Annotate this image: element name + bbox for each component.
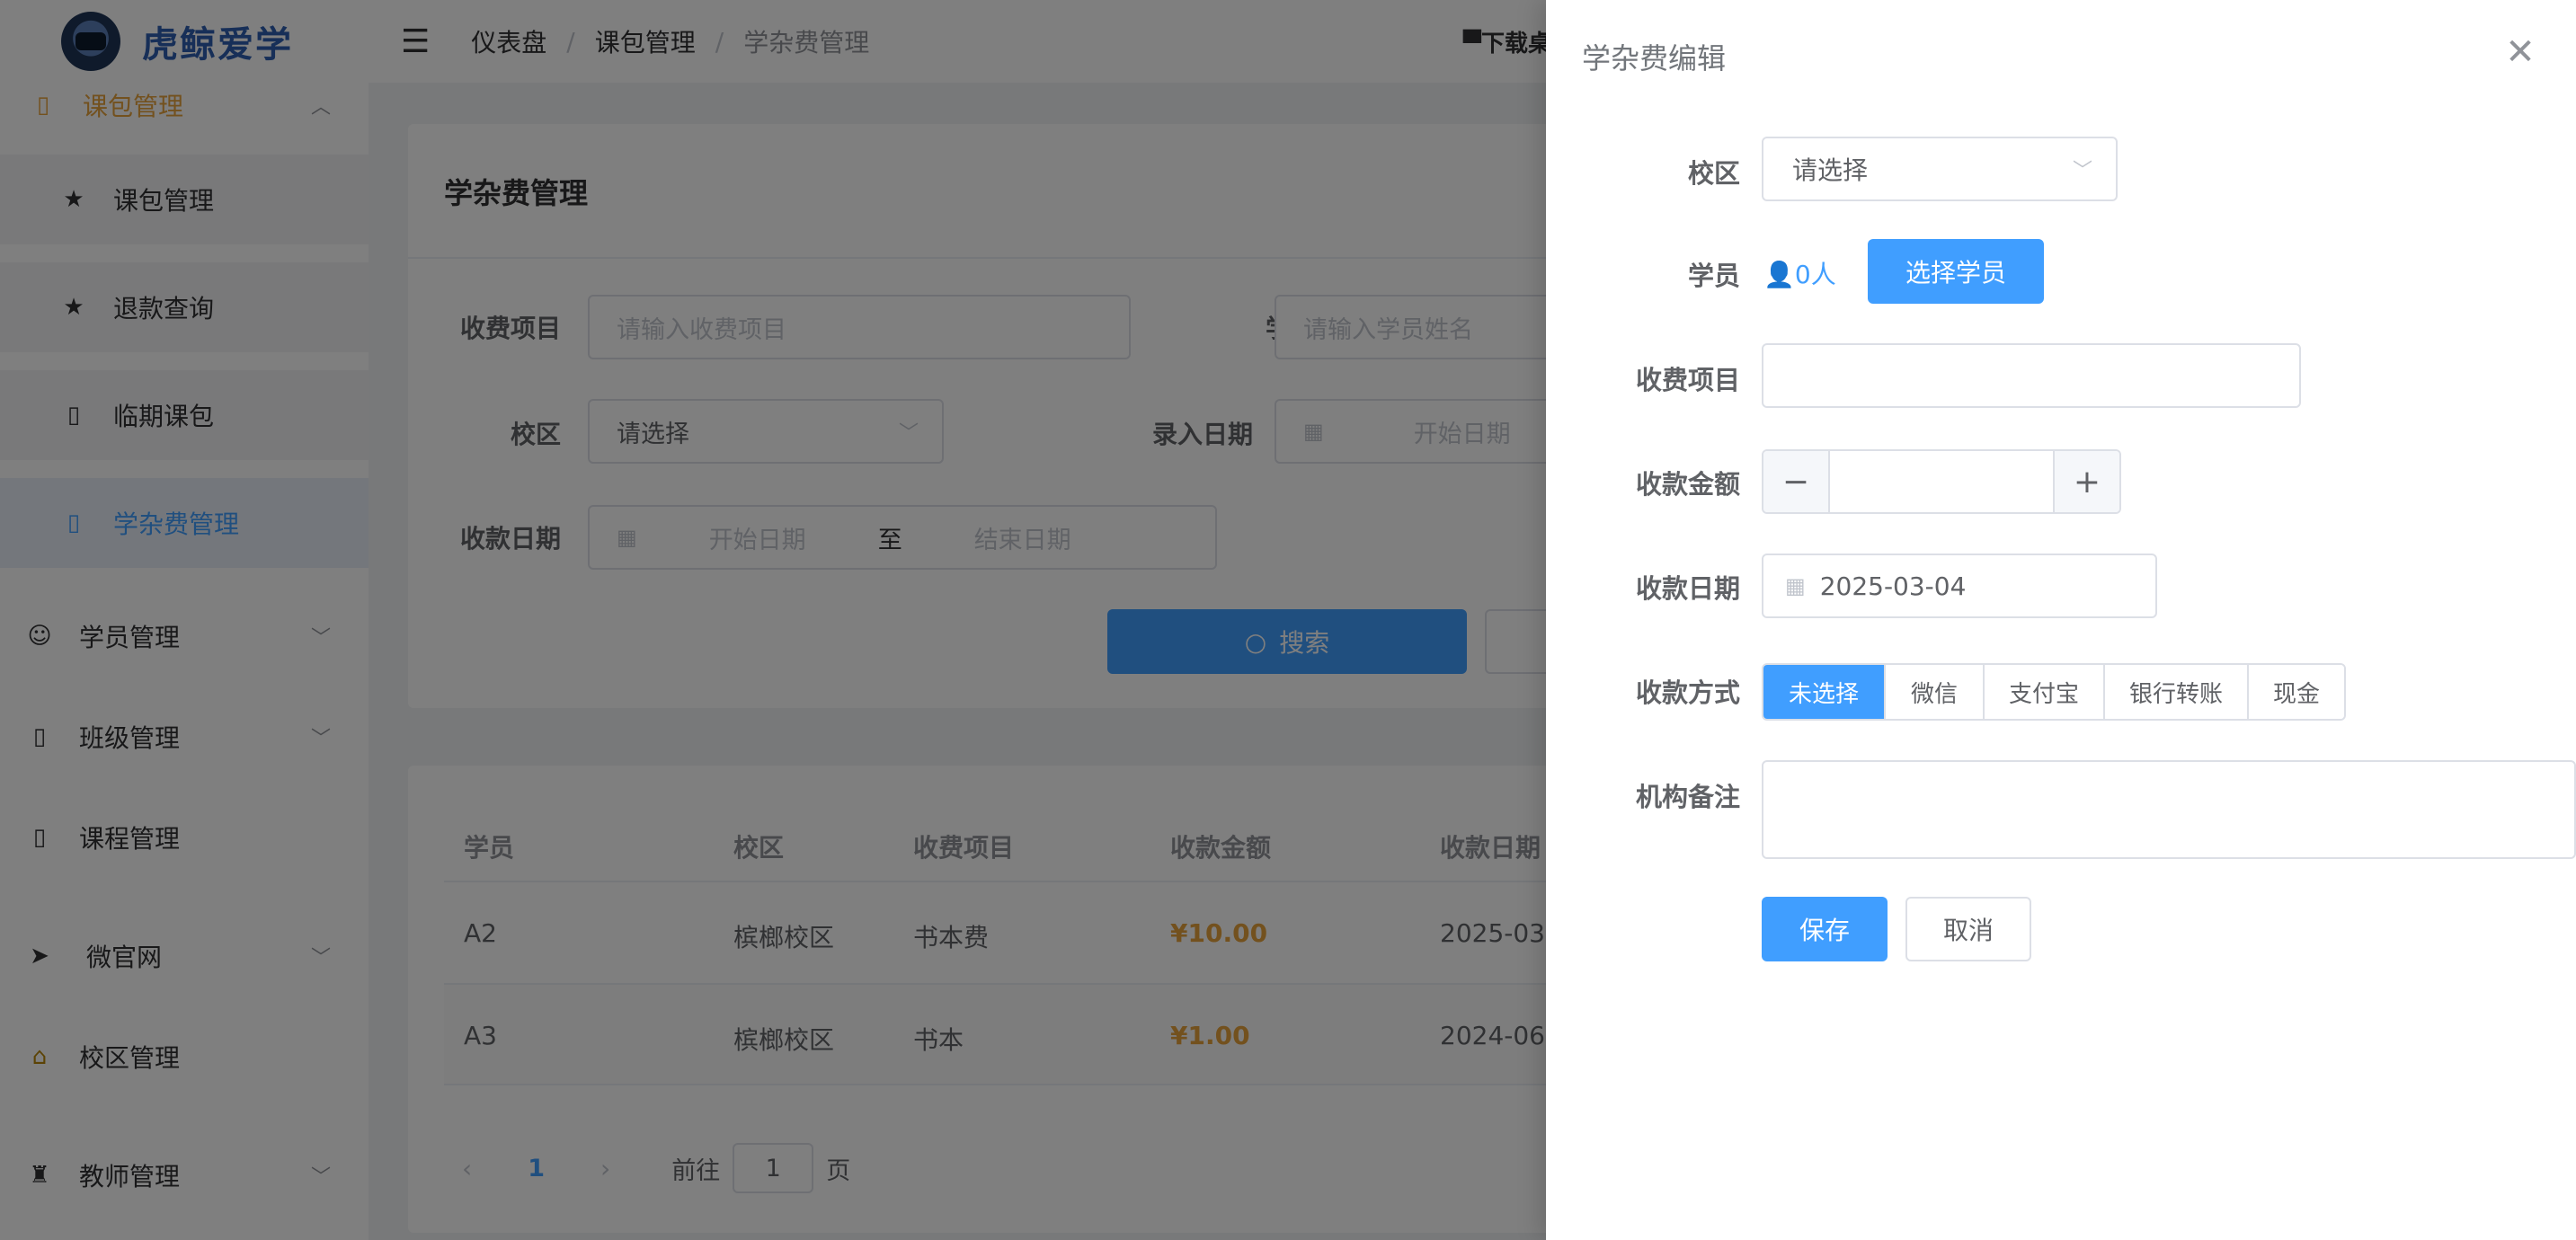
modal-overlay[interactable] [0,0,1546,1240]
pay-method-label: 收款方式 [1635,678,1740,708]
amount-stepper: − + [1762,449,2121,514]
drawer-title: 学杂费编辑 [1582,41,1727,75]
remark-textarea[interactable] [1762,760,2576,859]
student-count: 👤0人 [1763,255,1836,291]
pay-method-cash[interactable]: 现金 [2247,665,2344,719]
campus-select[interactable]: 请选择 ﹀ [1762,137,2118,201]
select-student-button[interactable]: 选择学员 [1868,239,2044,304]
pay-date-picker[interactable]: ▦ 2025-03-04 [1762,554,2157,618]
student-label: 学员 [1687,261,1740,291]
fee-item-label: 收费项目 [1635,365,1740,395]
pay-method-none[interactable]: 未选择 [1763,665,1884,719]
close-icon[interactable]: ✕ [2502,34,2538,70]
select-value: 请选择 [1792,155,1869,185]
increment-button[interactable]: + [2055,451,2119,512]
campus-label: 校区 [1687,158,1740,189]
student-count-text: 0人 [1794,260,1836,289]
pay-method-bank[interactable]: 银行转账 [2103,665,2247,719]
pay-method-wechat[interactable]: 微信 [1884,665,1983,719]
chevron-down-icon: ﹀ [2072,160,2092,182]
decrement-button[interactable]: − [1763,451,1828,512]
user-icon: 👤 [1763,260,1795,289]
fee-edit-drawer: 学杂费编辑 ✕ 校区 请选择 ﹀ 学员 👤0人 选择学员 收费项目 收款金额 −… [1546,0,2576,1240]
pay-method-alipay[interactable]: 支付宝 [1983,665,2103,719]
pay-date-label: 收款日期 [1635,573,1740,604]
save-button[interactable]: 保存 [1762,897,1888,961]
remark-label: 机构备注 [1635,782,1740,812]
amount-label: 收款金额 [1635,469,1740,500]
pay-method-group: 未选择 微信 支付宝 银行转账 现金 [1762,663,2346,721]
cancel-button[interactable]: 取消 [1905,897,2031,961]
fee-item-input[interactable] [1762,343,2301,408]
pay-date-value: 2025-03-04 [1819,571,1967,601]
amount-input[interactable] [1828,451,2055,512]
calendar-icon: ▦ [1785,573,1806,598]
